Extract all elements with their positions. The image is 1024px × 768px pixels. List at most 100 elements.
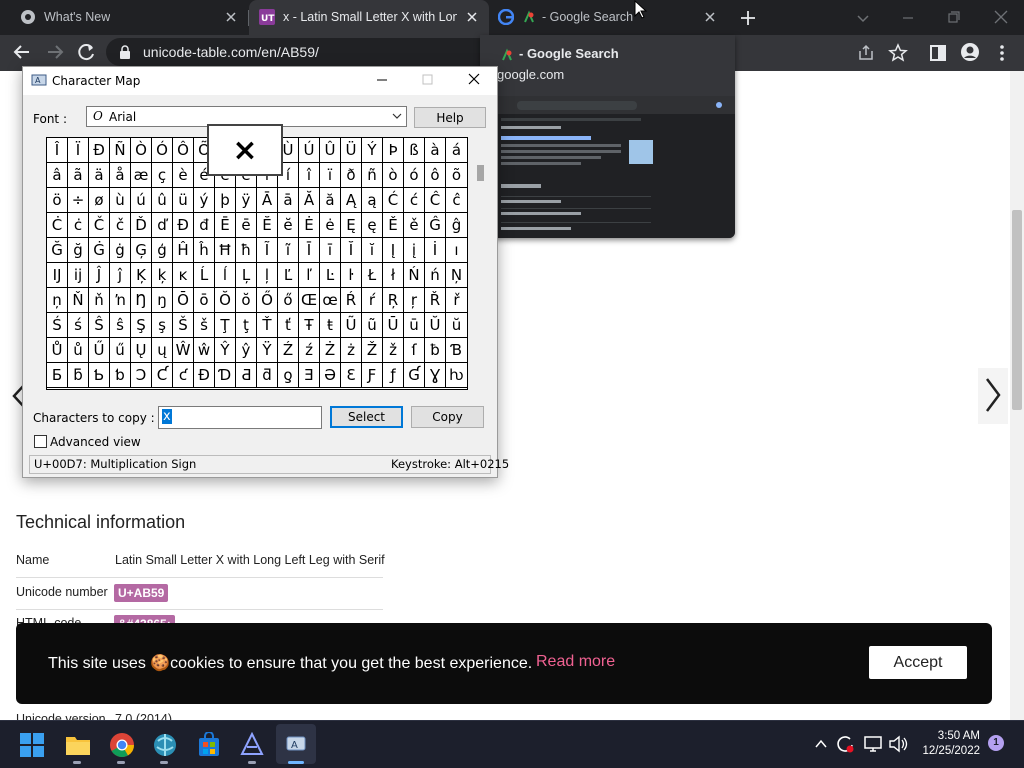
char-cell[interactable]: Ğ	[47, 238, 68, 263]
char-cell[interactable]: ĉ	[446, 188, 467, 213]
char-cell[interactable]: Ħ	[215, 238, 236, 263]
sync-icon[interactable]	[835, 734, 855, 754]
char-cell[interactable]: ă	[320, 188, 341, 213]
char-cell[interactable]: ć	[404, 188, 425, 213]
start-icon[interactable]	[20, 733, 44, 757]
char-cell[interactable]: Ś	[47, 313, 68, 338]
lock-icon[interactable]	[119, 45, 131, 59]
charmap-minimize-icon[interactable]	[373, 72, 391, 88]
char-cell[interactable]: ç	[152, 163, 173, 188]
char-cell[interactable]: ī	[320, 238, 341, 263]
char-cell[interactable]: ú	[131, 188, 152, 213]
char-cell[interactable]: ƀ	[425, 338, 446, 363]
tab-unicode[interactable]: UT x - Latin Small Letter X with Long	[249, 0, 489, 35]
char-cell[interactable]: ž	[383, 338, 404, 363]
char-cell[interactable]: Œ	[299, 288, 320, 313]
char-cell[interactable]: Ť	[257, 313, 278, 338]
char-cell[interactable]: ħ	[236, 238, 257, 263]
tab-google-search[interactable]: - Google Search	[490, 0, 730, 35]
char-cell[interactable]: ƃ	[68, 363, 89, 388]
help-button[interactable]: Help	[414, 107, 486, 128]
share-icon[interactable]	[856, 43, 876, 63]
char-cell[interactable]: Ɠ	[404, 363, 425, 388]
char-cell[interactable]: Į	[383, 238, 404, 263]
grid-scrollbar[interactable]	[476, 138, 486, 390]
char-cell[interactable]: â	[47, 163, 68, 188]
char-cell[interactable]: œ	[320, 288, 341, 313]
char-cell[interactable]: û	[152, 188, 173, 213]
char-cell[interactable]: à	[425, 138, 446, 163]
char-cell[interactable]: Ŷ	[215, 338, 236, 363]
char-cell[interactable]: Ƒ	[362, 363, 383, 388]
char-cell[interactable]: Ô	[173, 138, 194, 163]
close-tab-icon[interactable]	[222, 8, 240, 26]
char-cell[interactable]: ō	[194, 288, 215, 313]
network-icon[interactable]	[863, 734, 883, 754]
char-cell[interactable]: Ÿ	[257, 338, 278, 363]
char-cell[interactable]: Š	[173, 313, 194, 338]
char-cell[interactable]: ŉ	[110, 288, 131, 313]
char-cell[interactable]: ŋ	[152, 288, 173, 313]
char-cell[interactable]: ľ	[299, 263, 320, 288]
char-cell[interactable]: Ī	[299, 238, 320, 263]
char-cell[interactable]: Ĝ	[425, 213, 446, 238]
charmap-close-icon[interactable]	[465, 72, 483, 88]
char-cell[interactable]: ÷	[68, 188, 89, 213]
char-cell[interactable]: ő	[278, 288, 299, 313]
char-cell[interactable]: å	[110, 163, 131, 188]
char-cell[interactable]: Ɛ	[341, 363, 362, 388]
char-cell[interactable]: ų	[152, 338, 173, 363]
char-cell[interactable]: Ĕ	[257, 213, 278, 238]
volume-icon[interactable]	[888, 734, 910, 754]
char-cell[interactable]: ò	[383, 163, 404, 188]
reload-icon[interactable]	[76, 42, 98, 62]
new-tab-icon[interactable]	[738, 8, 758, 28]
char-cell[interactable]: Ľ	[278, 263, 299, 288]
char-cell[interactable]: ů	[68, 338, 89, 363]
affinity-icon[interactable]	[240, 732, 264, 758]
char-cell[interactable]: ł	[383, 263, 404, 288]
char-cell[interactable]: Ę	[341, 213, 362, 238]
char-cell[interactable]: ż	[341, 338, 362, 363]
char-cell[interactable]: Đ	[173, 213, 194, 238]
char-cell[interactable]: Ĳ	[47, 263, 68, 288]
back-icon[interactable]	[11, 42, 33, 62]
char-cell[interactable]: Ā	[257, 188, 278, 213]
notification-badge[interactable]: 1	[988, 735, 1004, 751]
char-cell[interactable]: š	[194, 313, 215, 338]
profile-icon[interactable]	[960, 42, 980, 62]
char-cell[interactable]: ŕ	[362, 288, 383, 313]
char-cell[interactable]: ƕ	[446, 363, 467, 388]
char-cell[interactable]: ĥ	[194, 238, 215, 263]
char-cell[interactable]: æ	[131, 163, 152, 188]
char-cell[interactable]: ź	[299, 338, 320, 363]
store-icon[interactable]	[197, 732, 221, 758]
charmap-maximize-icon[interactable]	[419, 72, 437, 88]
char-cell[interactable]: á	[446, 138, 467, 163]
char-cell[interactable]: Ġ	[89, 238, 110, 263]
char-cell[interactable]: Ú	[299, 138, 320, 163]
char-cell[interactable]: Ĉ	[425, 188, 446, 213]
char-cell[interactable]: ű	[110, 338, 131, 363]
char-cell[interactable]: Ŵ	[173, 338, 194, 363]
char-cell[interactable]: Ĥ	[173, 238, 194, 263]
char-cell[interactable]: Ð	[89, 138, 110, 163]
file-explorer-icon[interactable]	[65, 733, 91, 757]
char-cell[interactable]: Ĭ	[341, 238, 362, 263]
char-cell[interactable]: ã	[68, 163, 89, 188]
char-cell[interactable]: Ŏ	[215, 288, 236, 313]
char-cell[interactable]: ĝ	[446, 213, 467, 238]
chrome-icon[interactable]	[109, 732, 135, 758]
char-cell[interactable]: ö	[47, 188, 68, 213]
char-cell[interactable]: ĕ	[278, 213, 299, 238]
char-cell[interactable]: Ŋ	[131, 288, 152, 313]
select-button[interactable]: Select	[330, 406, 403, 428]
char-cell[interactable]: ū	[404, 313, 425, 338]
char-cell[interactable]: Č	[89, 213, 110, 238]
char-cell[interactable]: Ï	[68, 138, 89, 163]
cookie-read-more-link[interactable]: Read more	[536, 653, 615, 671]
char-cell[interactable]: ƈ	[173, 363, 194, 388]
char-cell[interactable]: č	[110, 213, 131, 238]
char-cell[interactable]: ĸ	[173, 263, 194, 288]
char-cell[interactable]: Ɔ	[131, 363, 152, 388]
